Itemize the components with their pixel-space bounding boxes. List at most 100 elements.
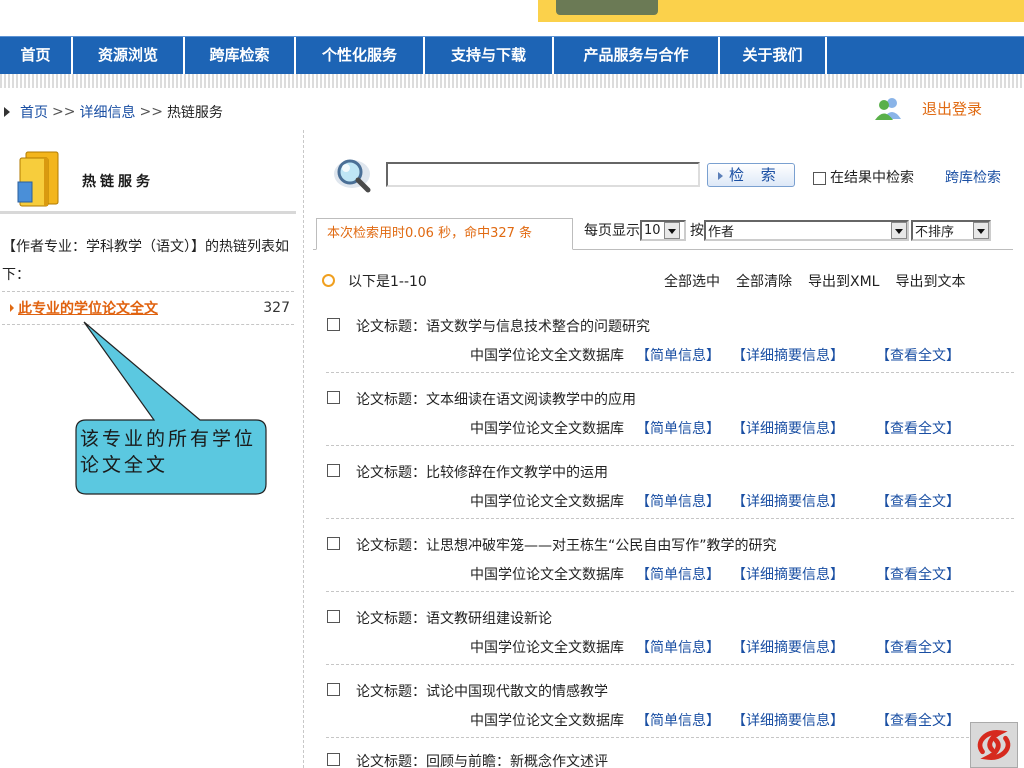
nav-divider — [0, 74, 1024, 88]
export-text-button[interactable]: 导出到文本 — [895, 271, 965, 291]
full-text-link[interactable]: 【查看全文】 — [876, 637, 960, 657]
nav-item-support[interactable]: 支持与下载 — [425, 37, 554, 75]
breadcrumb-home[interactable]: 首页 — [20, 102, 48, 122]
chevron-down-icon — [891, 221, 907, 239]
nav-item-home[interactable]: 首页 — [0, 37, 73, 75]
abstract-info-link[interactable]: 【详细摘要信息】 — [732, 564, 844, 584]
result-checkbox[interactable] — [327, 683, 340, 696]
nav-item-browse[interactable]: 资源浏览 — [73, 37, 185, 75]
nav-filler — [827, 37, 1024, 74]
logout-button[interactable]: 退出登录 — [874, 94, 982, 122]
breadcrumb-arrow-icon — [4, 107, 10, 117]
brief-info-link[interactable]: 【简单信息】 — [636, 710, 720, 730]
hot-links-description: 【作者专业：学科教学（语文）】的热链列表如下： — [2, 239, 289, 283]
result-options: 每页显示 10 按 作者 不排序 — [584, 219, 991, 241]
result-row: 论文标题：语文教研组建设新论 中国学位论文全文数据库 【简单信息】 【详细摘要信… — [326, 604, 1014, 677]
search-within-results[interactable]: 在结果中检索 — [813, 167, 914, 187]
result-title: 论文标题：回顾与前瞻：新概念作文述评 — [356, 754, 608, 768]
search-within-checkbox[interactable] — [813, 171, 826, 185]
abstract-info-link[interactable]: 【详细摘要信息】 — [732, 637, 844, 657]
full-text-link[interactable]: 【查看全文】 — [876, 491, 960, 511]
chevron-down-icon — [973, 221, 989, 239]
brief-info-link[interactable]: 【简单信息】 — [636, 418, 720, 438]
hot-link-count: 327 — [263, 300, 290, 316]
result-checkbox[interactable] — [327, 753, 340, 766]
sort-order-value: 不排序 — [915, 224, 955, 240]
result-checkbox[interactable] — [327, 610, 340, 623]
callout-text: 该专业的所有学位论文全文 — [80, 428, 257, 476]
breadcrumb-detail[interactable]: 详细信息 — [79, 102, 135, 122]
result-checkbox[interactable] — [327, 318, 340, 331]
result-database: 中国学位论文全文数据库 — [470, 640, 624, 656]
select-all-button[interactable]: 全部选中 — [664, 271, 720, 291]
result-row: 论文标题：回顾与前瞻：新概念作文述评 — [326, 747, 1014, 768]
result-title: 论文标题：文本细读在语文阅读教学中的应用 — [356, 392, 636, 408]
per-page-select[interactable]: 10 — [640, 219, 686, 241]
result-database: 中国学位论文全文数据库 — [470, 713, 624, 729]
banner-logo — [556, 0, 658, 15]
full-text-link[interactable]: 【查看全文】 — [876, 710, 960, 730]
sort-field-select[interactable]: 作者 — [704, 219, 909, 241]
result-title: 论文标题：比较修辞在作文教学中的运用 — [356, 465, 608, 481]
result-range: 以下是1--10 — [348, 274, 427, 290]
full-text-link[interactable]: 【查看全文】 — [876, 418, 960, 438]
result-database: 中国学位论文全文数据库 — [470, 494, 624, 510]
result-checkbox[interactable] — [327, 391, 340, 404]
book-icon — [17, 151, 59, 207]
row-divider — [326, 518, 1014, 519]
abstract-info-link[interactable]: 【详细摘要信息】 — [732, 345, 844, 365]
result-row: 论文标题：比较修辞在作文教学中的运用 中国学位论文全文数据库 【简单信息】 【详… — [326, 458, 1014, 531]
breadcrumb-separator: >> — [52, 104, 76, 120]
full-text-link[interactable]: 【查看全文】 — [876, 345, 960, 365]
ring-icon — [322, 274, 335, 287]
result-meta: 中国学位论文全文数据库 【简单信息】 【详细摘要信息】 【查看全文】 — [470, 637, 960, 657]
row-divider — [326, 372, 1014, 373]
abstract-info-link[interactable]: 【详细摘要信息】 — [732, 491, 844, 511]
full-text-link[interactable]: 【查看全文】 — [876, 564, 960, 584]
result-title: 论文标题：让思想冲破牢笼——对王栋生“公民自由写作”教学的研究 — [356, 538, 777, 554]
clear-all-button[interactable]: 全部清除 — [736, 271, 792, 291]
result-actions: 全部选中 全部清除 导出到XML 导出到文本 — [664, 271, 965, 291]
result-row: 论文标题：文本细读在语文阅读教学中的应用 中国学位论文全文数据库 【简单信息】 … — [326, 385, 1014, 458]
corner-logo-icon — [970, 722, 1018, 768]
search-button[interactable]: 检 索 — [707, 163, 795, 187]
row-divider — [326, 664, 1014, 665]
nav-item-personal[interactable]: 个性化服务 — [296, 37, 425, 75]
search-within-label: 在结果中检索 — [830, 170, 914, 186]
per-page-value: 10 — [644, 222, 661, 238]
result-database: 中国学位论文全文数据库 — [470, 348, 624, 364]
major-thesis-link[interactable]: 此专业的学位论文全文 — [18, 298, 158, 318]
brief-info-link[interactable]: 【简单信息】 — [636, 637, 720, 657]
row-divider — [326, 737, 1014, 738]
brief-info-link[interactable]: 【简单信息】 — [636, 345, 720, 365]
sort-order-select[interactable]: 不排序 — [911, 219, 991, 241]
row-divider — [326, 445, 1014, 446]
cross-search-link[interactable]: 跨库检索 — [945, 167, 1001, 187]
result-checkbox[interactable] — [327, 464, 340, 477]
breadcrumb-current: 热链服务 — [166, 105, 223, 121]
main-nav: 首页 资源浏览 跨库检索 个性化服务 支持与下载 产品服务与合作 关于我们 — [0, 36, 1024, 75]
chevron-down-icon — [663, 221, 680, 239]
hot-links-title: 热链服务 — [82, 174, 154, 190]
breadcrumb-separator: >> — [139, 104, 163, 120]
search-input[interactable] — [386, 162, 700, 187]
result-meta: 中国学位论文全文数据库 【简单信息】 【详细摘要信息】 【查看全文】 — [470, 710, 960, 730]
result-checkbox[interactable] — [327, 537, 340, 550]
result-meta: 中国学位论文全文数据库 【简单信息】 【详细摘要信息】 【查看全文】 — [470, 564, 960, 584]
brief-info-link[interactable]: 【简单信息】 — [636, 491, 720, 511]
nav-item-products[interactable]: 产品服务与合作 — [554, 37, 720, 75]
result-row: 论文标题：试论中国现代散文的情感教学 中国学位论文全文数据库 【简单信息】 【详… — [326, 677, 1014, 750]
export-xml-button[interactable]: 导出到XML — [808, 271, 879, 291]
brief-info-link[interactable]: 【简单信息】 — [636, 564, 720, 584]
row-divider — [326, 591, 1014, 592]
nav-item-cross-search[interactable]: 跨库检索 — [185, 37, 296, 75]
result-title: 论文标题：试论中国现代散文的情感教学 — [356, 684, 608, 700]
result-title: 论文标题：语文数学与信息技术整合的问题研究 — [356, 319, 650, 335]
result-meta: 中国学位论文全文数据库 【简单信息】 【详细摘要信息】 【查看全文】 — [470, 345, 960, 365]
top-banner — [0, 0, 1024, 36]
nav-item-about[interactable]: 关于我们 — [720, 37, 827, 75]
abstract-info-link[interactable]: 【详细摘要信息】 — [732, 418, 844, 438]
abstract-info-link[interactable]: 【详细摘要信息】 — [732, 710, 844, 730]
sort-by-label: 按 — [690, 223, 704, 239]
sort-field-value: 作者 — [708, 224, 735, 240]
